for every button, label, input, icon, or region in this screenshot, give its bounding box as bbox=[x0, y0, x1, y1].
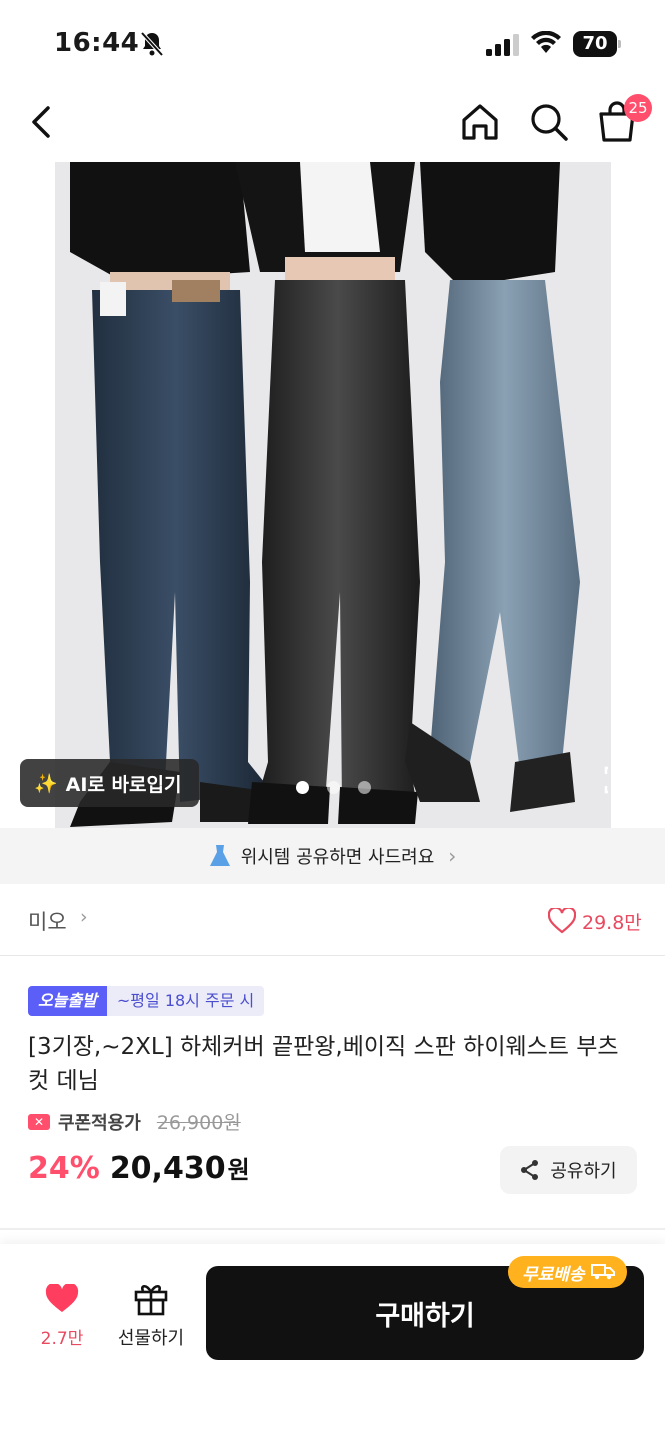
product-photo bbox=[55, 162, 611, 828]
battery-tip bbox=[618, 40, 621, 48]
share-label: 공유하기 bbox=[550, 1161, 617, 1182]
home-icon[interactable] bbox=[458, 100, 502, 144]
heart-outline-icon[interactable] bbox=[548, 908, 576, 934]
signal-icon bbox=[486, 34, 519, 56]
back-icon[interactable] bbox=[22, 102, 62, 142]
dress-icon bbox=[209, 845, 230, 866]
wifi-icon bbox=[531, 31, 561, 53]
chevron-right-icon: › bbox=[448, 844, 457, 868]
gift-label: 선물하기 bbox=[117, 1328, 185, 1349]
order-cutoff-badge: ~평일 18시 주문 시 bbox=[106, 986, 265, 1016]
sale-price: 20,430 bbox=[109, 1151, 226, 1186]
like-count: 2.7만 bbox=[40, 1329, 84, 1349]
product-title: [3기장,~2XL] 하체커버 끝판왕,베이직 스판 하이웨스트 부츠컷 데님 bbox=[28, 1034, 619, 1094]
coupon-label: 쿠폰적용가 bbox=[58, 1112, 141, 1134]
coupon-icon: ✕ bbox=[28, 1113, 50, 1130]
original-price: 26,900원 bbox=[156, 1112, 241, 1134]
carousel-indicator bbox=[296, 781, 371, 794]
magic-wand-icon: ✨ bbox=[34, 772, 58, 795]
price-row: 24% 20,430 원 bbox=[28, 1150, 250, 1186]
share-icon bbox=[521, 1160, 539, 1180]
nav-bar bbox=[0, 86, 665, 160]
coupon-row: ✕ 쿠폰적용가 26,900원 bbox=[28, 1108, 241, 1135]
store-like-count: 29.8만 bbox=[582, 912, 642, 934]
free-shipping-badge: 무료배송 bbox=[508, 1256, 627, 1288]
wish-share-banner[interactable]: 위시템 공유하면 사드려요 › bbox=[0, 828, 665, 884]
gift-button[interactable]: 선물하기 bbox=[112, 1282, 190, 1350]
search-icon[interactable] bbox=[527, 100, 571, 144]
battery-level: 70 bbox=[573, 31, 617, 57]
heart-filled-icon bbox=[45, 1282, 79, 1312]
discount-rate: 24% bbox=[28, 1151, 100, 1186]
cart-count-badge: 25 bbox=[624, 94, 652, 122]
status-bar: 16:44 70 bbox=[0, 0, 665, 84]
status-time: 16:44 bbox=[54, 28, 140, 58]
today-shipping-badge: 오늘출발 bbox=[28, 986, 107, 1016]
wish-banner-text: 위시템 공유하면 사드려요 bbox=[240, 847, 435, 868]
carousel-dot[interactable] bbox=[296, 781, 309, 794]
ai-try-on-button[interactable]: ✨ AI로 바로입기 bbox=[20, 759, 200, 807]
carousel-dot[interactable] bbox=[358, 781, 371, 794]
delivery-badges: 오늘출발 ~평일 18시 주문 시 bbox=[28, 986, 265, 1016]
truck-icon bbox=[590, 1264, 615, 1280]
ai-try-on-label: AI로 바로입기 bbox=[65, 773, 182, 796]
share-button[interactable]: 공유하기 bbox=[500, 1146, 637, 1194]
carousel-dot[interactable] bbox=[327, 781, 340, 794]
section-divider bbox=[0, 1228, 665, 1230]
chevron-right-icon: › bbox=[80, 906, 88, 928]
bell-off-icon bbox=[140, 31, 164, 57]
free-shipping-label: 무료배송 bbox=[522, 1264, 585, 1285]
like-button[interactable]: 2.7만 bbox=[30, 1282, 94, 1349]
battery-indicator: 70 bbox=[573, 31, 621, 57]
store-name[interactable]: 미오 bbox=[28, 906, 67, 936]
gift-icon bbox=[134, 1284, 168, 1316]
store-row[interactable]: 미오 › 29.8만 bbox=[0, 884, 665, 956]
currency-unit: 원 bbox=[227, 1156, 250, 1184]
product-image-carousel[interactable] bbox=[0, 162, 665, 828]
expand-icon[interactable] bbox=[604, 766, 624, 794]
